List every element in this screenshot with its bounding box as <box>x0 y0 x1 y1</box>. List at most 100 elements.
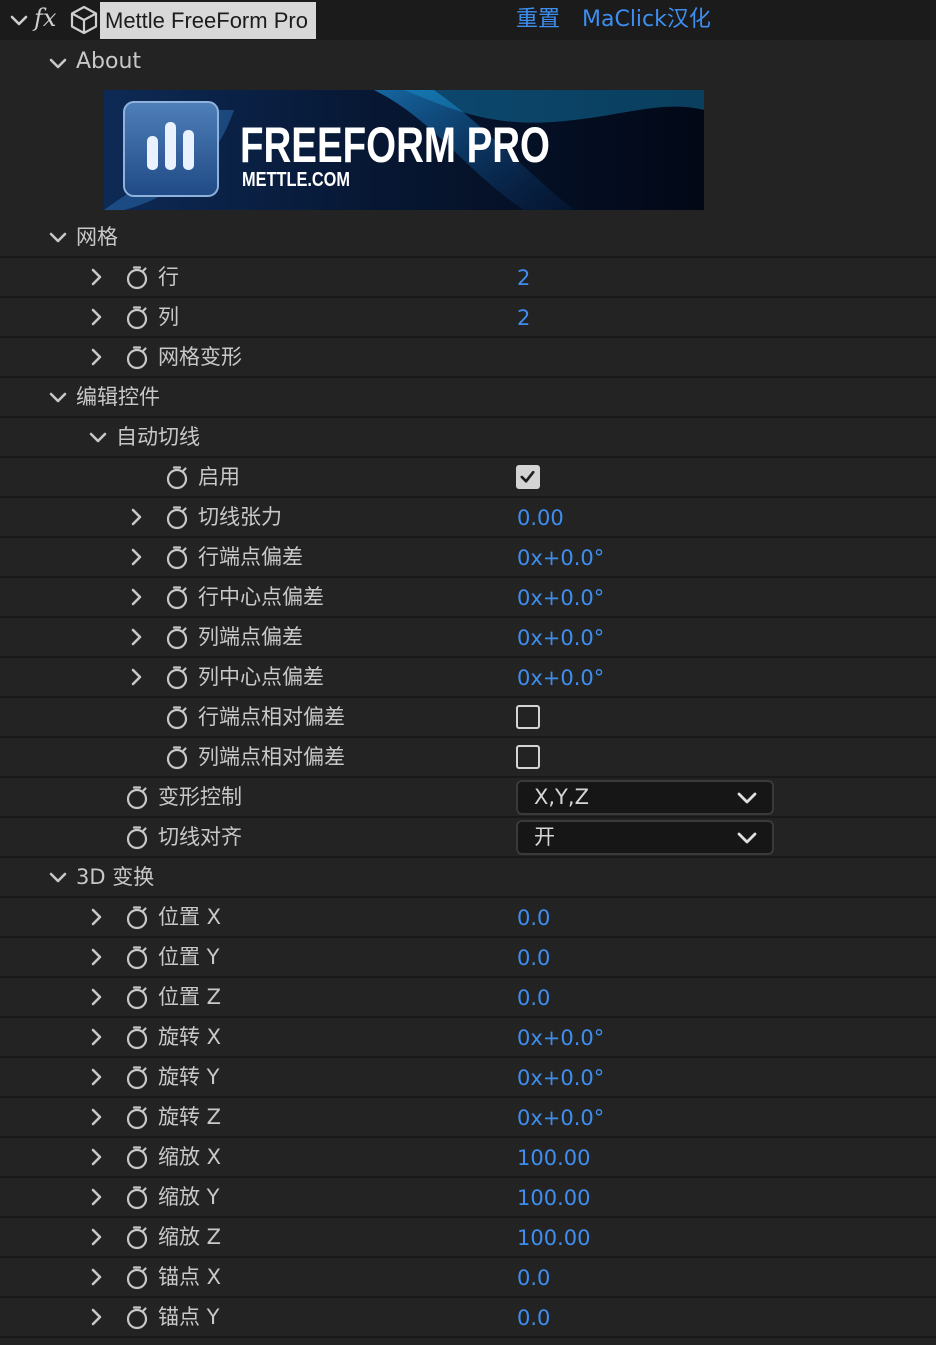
checkbox-unchecked[interactable] <box>516 705 540 729</box>
stopwatch-icon[interactable] <box>124 824 150 850</box>
parameter-value[interactable]: 0.0 <box>517 1299 550 1337</box>
dropdown-select[interactable]: 开 <box>516 820 774 855</box>
stopwatch-icon[interactable] <box>164 624 190 650</box>
parameter-value[interactable]: 0.0 <box>517 979 550 1017</box>
chevron-down-icon[interactable] <box>8 9 30 31</box>
parameter-label: 旋转 Z <box>158 1105 222 1129</box>
parameter-value[interactable]: 0.00 <box>517 499 564 537</box>
parameter-label: 列端点相对偏差 <box>198 745 345 769</box>
parameter-label: 变形控制 <box>158 785 242 809</box>
stopwatch-icon[interactable] <box>124 1184 150 1210</box>
parameter-value[interactable]: 0.0 <box>517 939 550 977</box>
chevron-right-icon[interactable] <box>86 267 106 287</box>
stopwatch-icon[interactable] <box>164 744 190 770</box>
about-section[interactable]: About <box>0 42 936 82</box>
stopwatch-icon[interactable] <box>124 304 150 330</box>
parameter-value[interactable]: 0.0 <box>517 899 550 937</box>
chevron-right-icon[interactable] <box>86 1187 106 1207</box>
parameter-row: 缩放 X 100.00 <box>0 1138 936 1178</box>
parameter-value[interactable]: 0.0 <box>517 1259 550 1297</box>
effect-header: fx Mettle FreeForm Pro 重置 MaClick汉化 <box>0 0 936 40</box>
parameter-value[interactable]: 0x+0.0° <box>517 659 604 697</box>
chevron-down-icon[interactable] <box>48 387 68 407</box>
parameter-row[interactable]: 网格变形 <box>0 338 936 378</box>
parameter-value[interactable]: 100.00 <box>517 1179 590 1217</box>
parameter-row: 切线张力 0.00 <box>0 498 936 538</box>
fx-icon[interactable]: fx <box>34 4 56 32</box>
stopwatch-icon[interactable] <box>124 1104 150 1130</box>
stopwatch-icon[interactable] <box>124 984 150 1010</box>
parameter-value[interactable]: 0x+0.0° <box>517 1059 604 1097</box>
stopwatch-icon[interactable] <box>124 1144 150 1170</box>
stopwatch-icon[interactable] <box>164 544 190 570</box>
stopwatch-icon[interactable] <box>124 1064 150 1090</box>
chevron-right-icon[interactable] <box>126 547 146 567</box>
chevron-right-icon[interactable] <box>86 987 106 1007</box>
parameter-row[interactable]: 编辑控件 <box>0 378 936 418</box>
chevron-down-icon[interactable] <box>48 227 68 247</box>
parameter-row: 旋转 Z 0x+0.0° <box>0 1098 936 1138</box>
stopwatch-icon[interactable] <box>164 664 190 690</box>
stopwatch-icon[interactable] <box>124 1304 150 1330</box>
credit-link[interactable]: MaClick汉化 <box>582 4 711 36</box>
chevron-down-icon[interactable] <box>48 867 68 887</box>
chevron-right-icon[interactable] <box>126 507 146 527</box>
parameter-row: 切线对齐 开 <box>0 818 936 858</box>
stopwatch-icon[interactable] <box>164 584 190 610</box>
parameter-value[interactable]: 2 <box>517 299 530 337</box>
parameter-label: 旋转 Y <box>158 1065 220 1089</box>
stopwatch-icon[interactable] <box>124 944 150 970</box>
stopwatch-icon[interactable] <box>124 1024 150 1050</box>
chevron-right-icon[interactable] <box>126 587 146 607</box>
stopwatch-icon[interactable] <box>124 784 150 810</box>
parameter-value[interactable]: 100.00 <box>517 1139 590 1177</box>
stopwatch-icon[interactable] <box>164 504 190 530</box>
chevron-down-icon <box>737 792 757 804</box>
chevron-right-icon[interactable] <box>126 627 146 647</box>
stopwatch-icon[interactable] <box>164 704 190 730</box>
chevron-right-icon[interactable] <box>86 1027 106 1047</box>
chevron-right-icon[interactable] <box>86 1147 106 1167</box>
stopwatch-icon[interactable] <box>124 344 150 370</box>
chevron-right-icon[interactable] <box>86 947 106 967</box>
freeform-pro-banner: FREEFORM PRO METTLE.COM <box>104 90 704 210</box>
parameter-label: 行端点偏差 <box>198 545 303 569</box>
stopwatch-icon[interactable] <box>124 264 150 290</box>
chevron-right-icon[interactable] <box>86 1067 106 1087</box>
parameter-row[interactable]: 网格 <box>0 218 936 258</box>
parameter-row: 位置 X 0.0 <box>0 898 936 938</box>
parameter-row: 锚点 X 0.0 <box>0 1258 936 1298</box>
parameter-value[interactable]: 0x+0.0° <box>517 539 604 577</box>
stopwatch-icon[interactable] <box>124 1224 150 1250</box>
parameter-value[interactable]: 2 <box>517 259 530 297</box>
chevron-right-icon[interactable] <box>86 1227 106 1247</box>
chevron-right-icon[interactable] <box>86 1267 106 1287</box>
checkbox-checked[interactable] <box>516 465 540 489</box>
chevron-down-icon[interactable] <box>88 427 108 447</box>
dropdown-select[interactable]: X,Y,Z <box>516 780 774 815</box>
parameter-value[interactable]: 0x+0.0° <box>517 1099 604 1137</box>
chevron-right-icon[interactable] <box>126 667 146 687</box>
stopwatch-icon[interactable] <box>164 464 190 490</box>
stopwatch-icon[interactable] <box>124 904 150 930</box>
chevron-right-icon[interactable] <box>86 1107 106 1127</box>
reset-link[interactable]: 重置 <box>516 4 560 36</box>
parameter-row: 位置 Z 0.0 <box>0 978 936 1018</box>
parameter-value[interactable]: 0x+0.0° <box>517 1019 604 1057</box>
chevron-right-icon[interactable] <box>86 347 106 367</box>
chevron-right-icon[interactable] <box>86 907 106 927</box>
chevron-down-icon[interactable] <box>48 53 68 73</box>
parameter-value[interactable]: 0x+0.0° <box>517 579 604 617</box>
parameter-label: 行端点相对偏差 <box>198 705 345 729</box>
chevron-right-icon[interactable] <box>86 307 106 327</box>
chevron-right-icon[interactable] <box>86 1307 106 1327</box>
parameter-row: 列端点偏差 0x+0.0° <box>0 618 936 658</box>
stopwatch-icon[interactable] <box>124 1264 150 1290</box>
parameter-label: 切线张力 <box>198 505 282 529</box>
parameter-value[interactable]: 100.00 <box>517 1219 590 1257</box>
effect-name[interactable]: Mettle FreeForm Pro <box>100 2 316 39</box>
parameter-row[interactable]: 3D 变换 <box>0 858 936 898</box>
parameter-row[interactable]: 自动切线 <box>0 418 936 458</box>
checkbox-unchecked[interactable] <box>516 745 540 769</box>
parameter-value[interactable]: 0x+0.0° <box>517 619 604 657</box>
